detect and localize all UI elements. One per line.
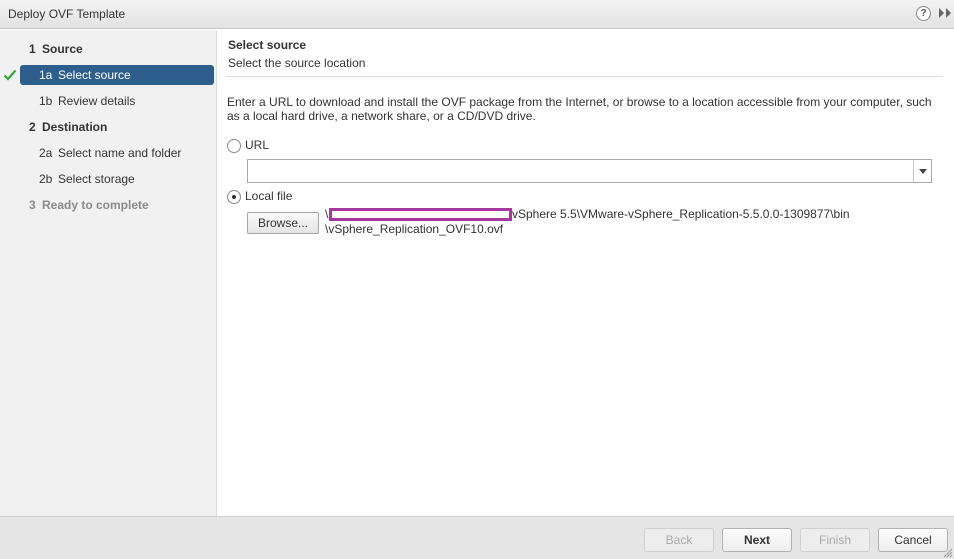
step-number: 1b [39,94,53,108]
step-2-destination: 2 Destination [0,117,217,137]
chevron-down-icon[interactable] [913,160,931,182]
cancel-button[interactable]: Cancel [878,528,948,552]
step-2a-select-name-and-folder[interactable]: 2a Select name and folder [0,143,217,163]
browse-button[interactable]: Browse... [247,212,319,234]
wizard-steps-sidebar: 1 Source 1a Select source 1b Review deta… [0,30,217,516]
help-icon[interactable]: ? [916,6,931,21]
url-radio-label[interactable]: URL [245,138,269,152]
step-label: Select storage [58,172,135,186]
file-path-prefix: \ [325,207,329,221]
step-1-source: 1 Source [0,39,217,59]
instructions-text: Enter a URL to download and install the … [227,95,932,123]
step-label: Select name and folder [58,146,182,160]
file-path-line-2: \vSphere_Replication_OVF10.ovf [325,222,504,236]
local-file-radio[interactable] [227,190,241,204]
wizard-footer: Back Next Finish Cancel [0,516,954,559]
step-number: 2 [29,120,36,134]
redaction-mark [329,208,512,221]
step-number: 2b [39,172,53,186]
file-path-line-1: vSphere 5.5\VMware-vSphere_Replication-5… [512,207,850,221]
finish-button[interactable]: Finish [800,528,870,552]
page-title: Select source [228,38,307,52]
resize-grip-icon[interactable] [943,548,953,558]
back-button[interactable]: Back [644,528,714,552]
url-input[interactable] [247,159,932,183]
step-label: Destination [42,120,108,134]
page-subtitle: Select the source location [228,56,366,70]
step-2b-select-storage[interactable]: 2b Select storage [0,169,217,189]
main-panel: Select source Select the source location… [218,30,954,516]
step-number: 3 [29,198,36,212]
step-1b-review-details[interactable]: 1b Review details [0,91,217,111]
url-radio[interactable] [227,139,241,153]
window-title: Deploy OVF Template [8,7,126,21]
step-label: Select source [58,68,131,82]
next-button[interactable]: Next [722,528,792,552]
step-1a-select-source[interactable]: 1a Select source [0,65,217,85]
header-divider [226,76,943,77]
step-number: 1 [29,42,36,56]
local-file-radio-label[interactable]: Local file [245,189,292,203]
step-number: 2a [39,146,53,160]
step-number: 1a [39,68,53,82]
checkmark-icon [3,69,17,81]
step-label: Ready to complete [42,198,149,212]
step-label: Source [42,42,83,56]
title-bar: Deploy OVF Template ? [0,0,954,29]
step-label: Review details [58,94,136,108]
step-3-ready-to-complete: 3 Ready to complete [0,195,217,215]
double-chevron-right-icon[interactable] [938,5,952,21]
